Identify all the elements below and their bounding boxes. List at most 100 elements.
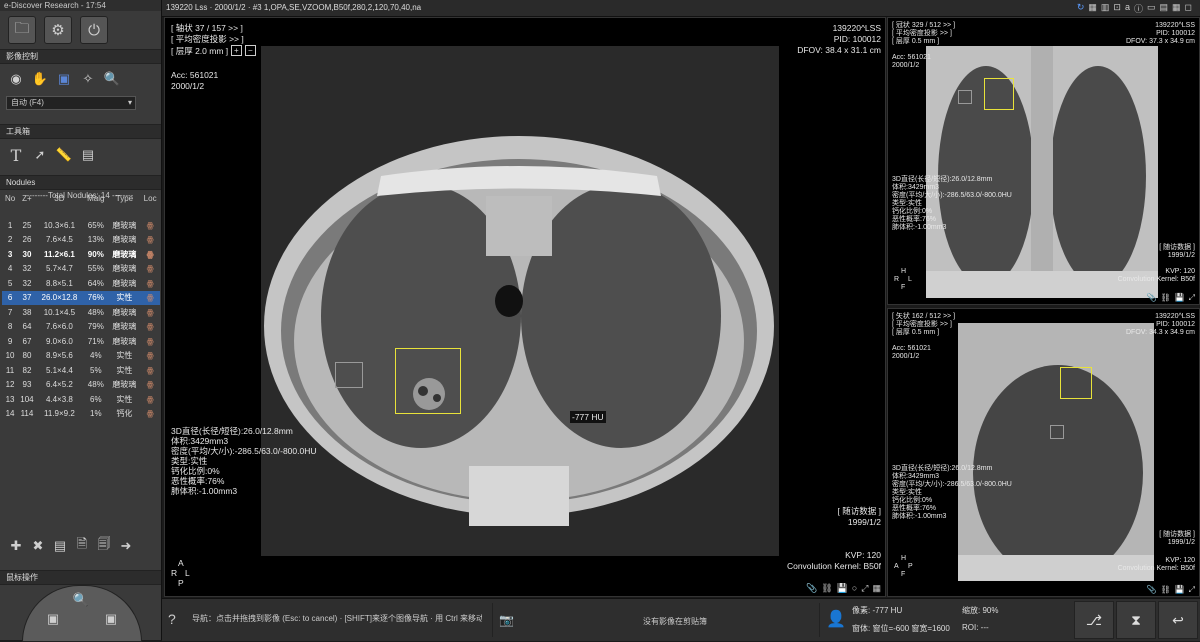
power-icon[interactable]: ⏻	[80, 16, 108, 44]
table-row[interactable]: 11 82 5.1×4.4 5% 实性 ꙮ	[2, 363, 160, 378]
text-tool-icon[interactable]: T	[8, 146, 24, 165]
save-icon[interactable]: 💾	[1175, 585, 1185, 595]
table-row[interactable]: 1 25 10.3×6.1 65% 磨玻璃 ꙮ	[2, 218, 160, 233]
plus-icon[interactable]: +	[231, 45, 242, 56]
coronal-marker-secondary[interactable]	[958, 90, 972, 104]
window-icon[interactable]: ▭	[1147, 2, 1156, 15]
table-row[interactable]: 9 67 9.0×6.0 71% 磨玻璃 ꙮ	[2, 334, 160, 349]
mouse-wheel-widget[interactable]: 🔍 ▣ ▣	[22, 585, 142, 642]
layout-icon[interactable]: ▥	[1101, 2, 1110, 15]
table-row[interactable]: 7 38 10.1×4.5 48% 磨玻璃 ꙮ	[2, 305, 160, 320]
alpha-icon[interactable]: a	[1125, 2, 1130, 15]
axial-ct-image[interactable]	[261, 46, 779, 556]
mouse-section-label: 鼠标操作	[6, 573, 38, 582]
ruler-tool-icon[interactable]: 📏	[56, 147, 72, 163]
folder-icon[interactable]: 🗀	[8, 16, 36, 44]
hourglass-icon[interactable]: ⧗	[1116, 601, 1156, 639]
coronal-slice-label[interactable]: [ 冠状 329 / 512 >> ]	[892, 22, 955, 30]
save-icon[interactable]: 💾	[837, 583, 848, 594]
sagittal-slice-label[interactable]: [ 矢状 162 / 512 >> ]	[892, 313, 955, 321]
coronal-viewport[interactable]: [ 冠状 329 / 512 >> ] [ 平均密度投影 >> ] [ 层厚 0…	[887, 17, 1200, 305]
expand-icon[interactable]: ⤢	[1189, 585, 1195, 595]
sagittal-nodule-marker[interactable]	[1060, 367, 1092, 399]
fit-icon[interactable]: ⊡	[1113, 2, 1121, 15]
settings-icon[interactable]: ⚙	[44, 16, 72, 44]
expand-icon[interactable]: ⤢	[861, 583, 868, 594]
table-row[interactable]: 13 104 4.4×3.8 6% 实性 ꙮ	[2, 392, 160, 407]
table-row[interactable]: 8 64 7.6×6.0 79% 磨玻璃 ꙮ	[2, 320, 160, 335]
axial-viewport[interactable]: -777 HU [ 轴状 37 / 157 >> ] [ 平均密度投影 >> ]…	[164, 17, 886, 597]
clip-icon[interactable]: 📎	[806, 583, 817, 594]
crosshair-icon[interactable]: ✧	[80, 71, 96, 87]
sagittal-follow-up[interactable]: [ 随访数据 ]	[1159, 531, 1195, 539]
axial-slice-label[interactable]: [ 轴状 37 / 157 >> ]	[171, 23, 243, 33]
table-row[interactable]: 10 80 8.9×5.6 4% 实性 ꙮ	[2, 349, 160, 364]
coronal-ct-image[interactable]	[926, 46, 1158, 298]
cell-no: 4	[7, 264, 13, 274]
refresh-icon[interactable]: ↻	[1077, 2, 1085, 15]
link-icon[interactable]: ⛓	[1160, 585, 1170, 595]
stack-icon-mouse[interactable]: ▣	[45, 611, 61, 627]
nodule-marker-secondary[interactable]	[335, 362, 363, 388]
axial-projection-label[interactable]: [ 平均密度投影 >> ]	[171, 34, 244, 44]
sagittal-marker-secondary[interactable]	[1050, 425, 1064, 439]
clipboard-area[interactable]: 📷 没有影像在剪贴簿	[492, 603, 820, 637]
arrow-tool-icon[interactable]: ➚	[32, 147, 48, 163]
split-icon[interactable]: ▤	[1159, 2, 1168, 15]
maximize-icon[interactable]: ◻	[1185, 2, 1192, 15]
table-row[interactable]: 5 32 8.8×5.1 64% 磨玻璃 ꙮ	[2, 276, 160, 291]
grid-view-icon[interactable]: ▦	[872, 583, 881, 594]
axial-follow-up[interactable]: [ 随访数据 ]	[838, 506, 881, 516]
window-icon-mouse[interactable]: ▣	[103, 611, 119, 627]
delete-icon[interactable]: ✖	[30, 538, 46, 554]
grid2-icon[interactable]: ▦	[1172, 2, 1181, 15]
link-icon[interactable]: ⛓	[821, 583, 832, 594]
clip-icon[interactable]: 📎	[1147, 293, 1157, 303]
mode-dropdown[interactable]: 自动 (F4) ▾	[6, 96, 136, 110]
info-icon[interactable]: ⓘ	[1134, 2, 1143, 15]
expand-icon[interactable]: ⤢	[1189, 293, 1195, 303]
table-row[interactable]: 14 114 11.9×9.2 1% 钙化 ꙮ	[2, 407, 160, 422]
coronal-thickness-label[interactable]: [ 层厚 0.5 mm ]	[892, 38, 939, 46]
add-icon[interactable]: ✚	[8, 538, 24, 554]
sagittal-ct-image[interactable]	[958, 323, 1154, 581]
grid-icon[interactable]: ▦	[1088, 2, 1097, 15]
help-icon[interactable]: ?	[168, 611, 176, 627]
zoom-icon[interactable]: 🔍	[104, 71, 120, 87]
share-icon[interactable]: ⎇	[1074, 601, 1114, 639]
window-level-icon[interactable]: ◉	[8, 71, 24, 87]
back-icon[interactable]: ↩	[1158, 601, 1198, 639]
next-icon[interactable]: ➜	[118, 538, 134, 554]
table-row[interactable]: 3 30 11.2×6.1 90% 磨玻璃 ꙮ	[2, 247, 160, 262]
table-row[interactable]: 2 26 7.6×4.5 13% 磨玻璃 ꙮ	[2, 233, 160, 248]
cell-3d: 8.8×5.1	[45, 278, 73, 288]
mouse-section-header[interactable]: 鼠标操作	[0, 570, 161, 585]
link-icon[interactable]: ⛓	[1160, 293, 1170, 303]
sagittal-projection-label[interactable]: [ 平均密度投影 >> ]	[892, 321, 952, 329]
table-row[interactable]: 6 37 26.0×12.8 76% 实性 ꙮ	[2, 290, 160, 305]
sagittal-viewport[interactable]: [ 矢状 162 / 512 >> ] [ 平均密度投影 >> ] [ 层厚 0…	[887, 308, 1200, 597]
coronal-follow-up[interactable]: [ 随访数据 ]	[1159, 244, 1195, 252]
tools-section-header[interactable]: 工具箱	[0, 124, 161, 139]
stack-icon[interactable]: ▣	[56, 71, 72, 87]
coronal-nodule-marker[interactable]	[984, 78, 1014, 110]
list-icon[interactable]: ▤	[52, 538, 68, 554]
export-icon[interactable]: 🗐	[96, 536, 112, 554]
report-icon[interactable]: 🗎	[74, 536, 90, 554]
table-row[interactable]: 4 32 5.7×4.7 55% 磨玻璃 ꙮ	[2, 262, 160, 277]
roi-tool-icon[interactable]: ▤	[80, 147, 96, 163]
axial-density: 密度(平均/大/小):-286.5/63.0/-800.0HU	[171, 446, 317, 456]
zoom-icon-mouse[interactable]: 🔍	[73, 592, 89, 608]
nodule-marker[interactable]	[395, 348, 461, 414]
nodules-section-header[interactable]: Nodules	[0, 175, 161, 190]
coronal-projection-label[interactable]: [ 平均密度投影 >> ]	[892, 30, 952, 38]
save-icon[interactable]: 💾	[1175, 293, 1185, 303]
sagittal-thickness-label[interactable]: [ 层厚 0.5 mm ]	[892, 329, 939, 337]
table-row[interactable]: 12 93 6.4×5.2 48% 磨玻璃 ꙮ	[2, 378, 160, 393]
imaging-section-header[interactable]: 影像控制	[0, 49, 161, 64]
axial-thickness-label[interactable]: [ 层厚 2.0 mm ]	[171, 46, 228, 56]
pan-hand-icon[interactable]: ✋	[32, 71, 48, 87]
circle-icon[interactable]: ○	[852, 583, 857, 594]
minus-icon[interactable]: −	[245, 45, 256, 56]
clip-icon[interactable]: 📎	[1147, 585, 1157, 595]
